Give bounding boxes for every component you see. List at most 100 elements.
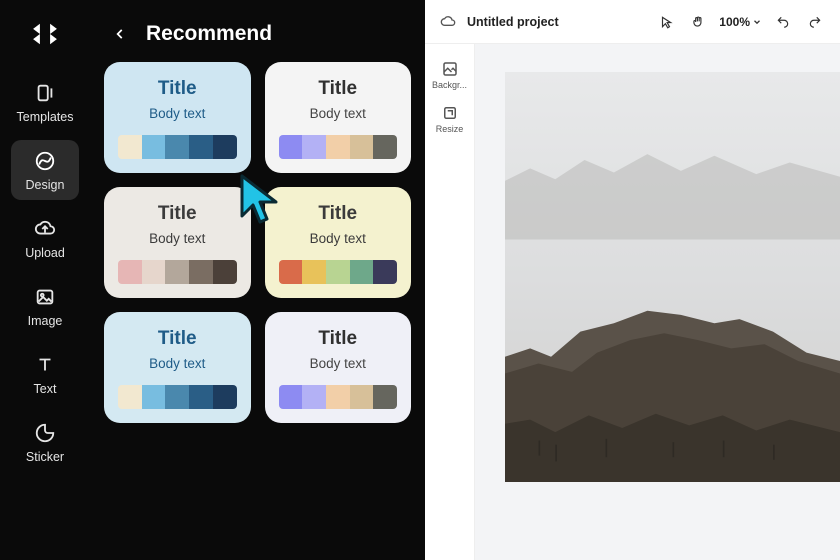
swatch: [165, 385, 189, 409]
hand-tool-button[interactable]: [685, 9, 711, 35]
card-body: Body text: [310, 231, 366, 246]
swatch: [350, 135, 374, 159]
resize-icon: [441, 104, 459, 122]
rail-design[interactable]: Design: [11, 140, 79, 200]
rail-sticker[interactable]: Sticker: [11, 412, 79, 472]
template-card[interactable]: Title Body text: [265, 187, 412, 298]
design-icon: [32, 148, 58, 174]
side-tools: Backgr... Resize: [425, 44, 475, 560]
swatch: [213, 385, 237, 409]
swatch: [302, 385, 326, 409]
canvas-content: [505, 72, 840, 482]
left-rail: Templates Design Upload Image Text Stick…: [0, 0, 90, 560]
card-body: Body text: [310, 106, 366, 121]
cloud-icon[interactable]: [437, 11, 459, 33]
card-title: Title: [158, 328, 197, 350]
swatch: [189, 385, 213, 409]
redo-button[interactable]: [802, 9, 828, 35]
rail-label: Design: [26, 178, 65, 192]
swatch: [350, 385, 374, 409]
sticker-icon: [32, 420, 58, 446]
swatch: [142, 385, 166, 409]
swatch: [118, 385, 142, 409]
template-card[interactable]: Title Body text: [104, 187, 251, 298]
tool-label: Resize: [436, 124, 464, 134]
rail-label: Sticker: [26, 450, 64, 464]
undo-button[interactable]: [770, 9, 796, 35]
background-tool[interactable]: Backgr...: [430, 56, 470, 94]
background-icon: [441, 60, 459, 78]
rail-templates[interactable]: Templates: [11, 72, 79, 132]
swatch: [118, 260, 142, 284]
chevron-down-icon: [752, 17, 762, 27]
select-tool-button[interactable]: [653, 9, 679, 35]
color-swatches: [118, 135, 237, 159]
swatch: [373, 135, 397, 159]
tool-label: Backgr...: [432, 80, 467, 90]
card-body: Body text: [149, 231, 205, 246]
swatch: [279, 260, 303, 284]
card-title: Title: [158, 78, 197, 100]
swatch: [189, 135, 213, 159]
card-body: Body text: [149, 106, 205, 121]
project-name[interactable]: Untitled project: [467, 15, 559, 29]
swatch: [189, 260, 213, 284]
card-body: Body text: [310, 356, 366, 371]
swatch: [302, 135, 326, 159]
rail-label: Templates: [17, 110, 74, 124]
image-icon: [32, 284, 58, 310]
template-card[interactable]: Title Body text: [104, 312, 251, 423]
back-button[interactable]: [108, 22, 132, 46]
card-title: Title: [318, 78, 357, 100]
swatch: [213, 135, 237, 159]
card-title: Title: [318, 328, 357, 350]
rail-label: Text: [34, 382, 57, 396]
card-title: Title: [318, 203, 357, 225]
rail-upload[interactable]: Upload: [11, 208, 79, 268]
template-card[interactable]: Title Body text: [104, 62, 251, 173]
swatch: [373, 260, 397, 284]
card-title: Title: [158, 203, 197, 225]
templates-icon: [32, 80, 58, 106]
rail-text[interactable]: Text: [11, 344, 79, 404]
color-swatches: [118, 260, 237, 284]
template-card[interactable]: Title Body text: [265, 312, 412, 423]
card-body: Body text: [149, 356, 205, 371]
swatch: [326, 385, 350, 409]
swatch: [165, 135, 189, 159]
swatch: [142, 260, 166, 284]
zoom-control[interactable]: 100%: [717, 15, 764, 29]
panel-header: Recommend: [100, 0, 415, 62]
upload-icon: [32, 216, 58, 242]
topbar: Untitled project 100%: [425, 0, 840, 44]
zoom-value: 100%: [719, 15, 750, 29]
color-swatches: [279, 260, 398, 284]
swatch: [350, 260, 374, 284]
text-icon: [32, 352, 58, 378]
color-swatches: [279, 385, 398, 409]
editor-body: Backgr... Resize: [425, 44, 840, 560]
swatch: [326, 260, 350, 284]
app-logo-icon: [25, 14, 65, 54]
swatch: [302, 260, 326, 284]
swatch: [118, 135, 142, 159]
swatch: [142, 135, 166, 159]
canvas[interactable]: [475, 44, 840, 560]
swatch: [165, 260, 189, 284]
swatch: [279, 385, 303, 409]
rail-image[interactable]: Image: [11, 276, 79, 336]
swatch: [373, 385, 397, 409]
editor: Untitled project 100% Backg: [425, 0, 840, 560]
color-swatches: [118, 385, 237, 409]
panel-title: Recommend: [146, 22, 272, 46]
swatch: [326, 135, 350, 159]
swatch: [279, 135, 303, 159]
design-panel: Recommend TitleBody textTitleBody textTi…: [90, 0, 425, 560]
resize-tool[interactable]: Resize: [430, 100, 470, 138]
rail-label: Upload: [25, 246, 65, 260]
rail-label: Image: [28, 314, 63, 328]
color-swatches: [279, 135, 398, 159]
swatch: [213, 260, 237, 284]
template-card[interactable]: Title Body text: [265, 62, 412, 173]
template-grid: Title Body text Title Body text Title Body te…: [100, 62, 415, 423]
